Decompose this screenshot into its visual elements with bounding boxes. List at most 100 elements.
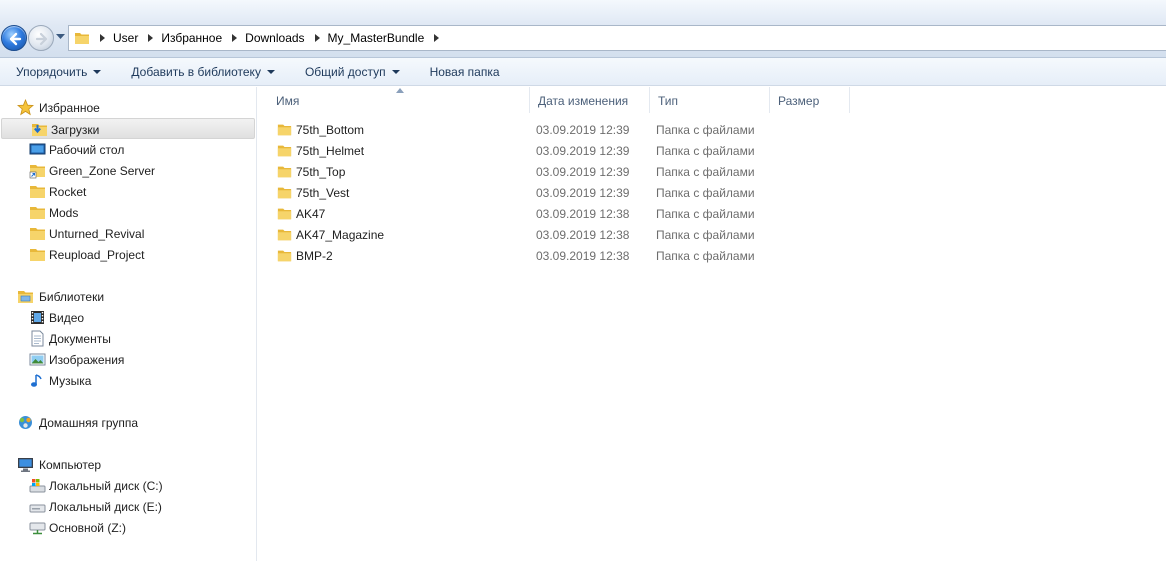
sidebar-group-favorites[interactable]: Избранное bbox=[0, 97, 257, 118]
file-name: AK47_Magazine bbox=[296, 228, 385, 242]
sidebar-item-label: Загрузки bbox=[51, 123, 100, 137]
breadcrumb-masterbundle[interactable]: My_MasterBundle bbox=[324, 26, 431, 50]
sidebar-item-label: Изображения bbox=[49, 353, 125, 367]
file-row[interactable]: 75th_Helmet 03.09.2019 12:39 Папка с фай… bbox=[258, 140, 1166, 161]
breadcrumb-favorites[interactable]: Избранное bbox=[157, 26, 228, 50]
add-to-library-label: Добавить в библиотеку bbox=[131, 64, 261, 79]
breadcrumb-separator[interactable] bbox=[434, 34, 440, 42]
pictures-icon bbox=[29, 353, 46, 366]
folder-icon bbox=[277, 124, 292, 136]
folder-icon bbox=[30, 249, 45, 261]
sidebar-item-drive-e[interactable]: Локальный диск (E:) bbox=[0, 496, 257, 517]
star-icon bbox=[17, 99, 34, 116]
file-type: Папка с файлами bbox=[656, 186, 755, 200]
sidebar-item-drive-z[interactable]: Основной (Z:) bbox=[0, 517, 257, 538]
sidebar-item-video[interactable]: Видео bbox=[0, 307, 257, 328]
sidebar-item-label: Green_Zone Server bbox=[49, 164, 156, 178]
sidebar-item-downloads[interactable]: Загрузки bbox=[1, 118, 255, 139]
sidebar-item-mods[interactable]: Mods bbox=[0, 202, 257, 223]
breadcrumb-user[interactable]: User bbox=[109, 26, 144, 50]
sidebar-item-music[interactable]: Музыка bbox=[0, 370, 257, 391]
folder-icon bbox=[30, 228, 45, 240]
sidebar-group-libraries[interactable]: Библиотеки bbox=[0, 286, 257, 307]
organize-button[interactable]: Упорядочить bbox=[8, 60, 109, 84]
column-header-size[interactable]: Размер bbox=[770, 87, 850, 113]
command-bar: Упорядочить Добавить в библиотеку Общий … bbox=[0, 58, 1166, 86]
file-row[interactable]: 75th_Vest 03.09.2019 12:39 Папка с файла… bbox=[258, 182, 1166, 203]
share-button[interactable]: Общий доступ bbox=[297, 60, 408, 84]
breadcrumb-downloads[interactable]: Downloads bbox=[241, 26, 310, 50]
file-row[interactable]: 75th_Bottom 03.09.2019 12:39 Папка с фай… bbox=[258, 119, 1166, 140]
sidebar-item-green-zone-server[interactable]: Green_Zone Server bbox=[0, 160, 257, 181]
column-headers: Имя Дата изменения Тип Размер bbox=[258, 87, 1166, 113]
sort-ascending-icon bbox=[396, 88, 404, 93]
folder-icon bbox=[277, 187, 292, 199]
breadcrumb[interactable]: User Избранное Downloads My_MasterBundle bbox=[68, 25, 1166, 51]
sidebar-item-drive-c[interactable]: Локальный диск (C:) bbox=[0, 475, 257, 496]
folder-icon bbox=[277, 145, 292, 157]
new-folder-button[interactable]: Новая папка bbox=[422, 60, 508, 84]
file-date: 03.09.2019 12:39 bbox=[536, 186, 630, 200]
sidebar-item-label: Локальный диск (E:) bbox=[49, 500, 162, 514]
homegroup-icon bbox=[19, 416, 32, 429]
add-to-library-button[interactable]: Добавить в библиотеку bbox=[123, 60, 283, 84]
column-header-type[interactable]: Тип bbox=[650, 87, 770, 113]
sidebar-item-label: Reupload_Project bbox=[49, 248, 145, 262]
sidebar-item-label: Основной (Z:) bbox=[49, 521, 127, 535]
forward-button[interactable] bbox=[28, 25, 54, 51]
breadcrumb-separator[interactable] bbox=[100, 34, 105, 42]
sidebar-item-label: Музыка bbox=[49, 374, 92, 388]
folder-icon bbox=[277, 250, 292, 262]
organize-label: Упорядочить bbox=[16, 64, 88, 79]
recent-pages-dropdown[interactable] bbox=[56, 34, 65, 40]
file-name: BMP-2 bbox=[296, 249, 333, 263]
sidebar-item-label: Видео bbox=[49, 311, 85, 325]
file-row[interactable]: BMP-2 03.09.2019 12:38 Папка с файлами bbox=[258, 245, 1166, 266]
file-row[interactable]: AK47_Magazine 03.09.2019 12:38 Папка с ф… bbox=[258, 224, 1166, 245]
column-header-label: Размер bbox=[778, 94, 820, 108]
file-row[interactable]: AK47 03.09.2019 12:38 Папка с файлами bbox=[258, 203, 1166, 224]
sidebar-item-reupload-project[interactable]: Reupload_Project bbox=[0, 244, 257, 265]
sidebar-item-rocket[interactable]: Rocket bbox=[0, 181, 257, 202]
sidebar-item-documents[interactable]: Документы bbox=[0, 328, 257, 349]
folder-icon bbox=[277, 229, 292, 241]
music-icon bbox=[31, 374, 42, 387]
navigation-pane: Избранное Загрузки Рабочий стол Green_Zo… bbox=[0, 87, 257, 561]
arrow-right-icon bbox=[35, 32, 48, 46]
folder-icon bbox=[75, 33, 89, 44]
sidebar-group-label: Избранное bbox=[39, 101, 100, 115]
breadcrumb-separator[interactable] bbox=[232, 34, 238, 42]
sidebar-group-computer[interactable]: Компьютер bbox=[0, 454, 257, 475]
library-icon bbox=[18, 291, 33, 303]
sidebar-item-label: Рабочий стол bbox=[49, 143, 125, 157]
drive-icon bbox=[29, 504, 46, 513]
file-name: AK47 bbox=[296, 207, 326, 221]
file-date: 03.09.2019 12:38 bbox=[536, 207, 630, 221]
sidebar-item-label: Unturned_Revival bbox=[49, 227, 145, 241]
share-label: Общий доступ bbox=[304, 64, 386, 79]
sidebar-item-desktop[interactable]: Рабочий стол bbox=[0, 139, 257, 160]
file-row[interactable]: 75th_Top 03.09.2019 12:39 Папка с файлам… bbox=[258, 161, 1166, 182]
column-header-date[interactable]: Дата изменения bbox=[530, 87, 650, 113]
file-type: Папка с файлами bbox=[656, 165, 755, 179]
file-date: 03.09.2019 12:38 bbox=[536, 249, 630, 263]
sidebar-item-unturned-revival[interactable]: Unturned_Revival bbox=[0, 223, 257, 244]
breadcrumb-separator[interactable] bbox=[314, 34, 320, 42]
folder-icon bbox=[30, 207, 45, 219]
chevron-down-icon bbox=[266, 69, 275, 74]
folder-icon bbox=[277, 208, 292, 220]
sidebar-group-homegroup[interactable]: Домашняя группа bbox=[0, 412, 257, 433]
breadcrumb-separator[interactable] bbox=[148, 34, 154, 42]
downloads-folder-icon bbox=[32, 124, 47, 136]
arrow-left-icon bbox=[9, 32, 22, 46]
documents-icon bbox=[31, 330, 44, 347]
file-type: Папка с файлами bbox=[656, 144, 755, 158]
file-type: Папка с файлами bbox=[656, 249, 755, 263]
back-button[interactable] bbox=[1, 25, 27, 51]
desktop-icon bbox=[29, 143, 46, 155]
system-drive-icon bbox=[29, 479, 46, 493]
sidebar-group-label: Библиотеки bbox=[39, 290, 105, 304]
sidebar-item-pictures[interactable]: Изображения bbox=[0, 349, 257, 370]
column-header-label: Дата изменения bbox=[538, 94, 629, 108]
sidebar-item-label: Mods bbox=[49, 206, 79, 220]
